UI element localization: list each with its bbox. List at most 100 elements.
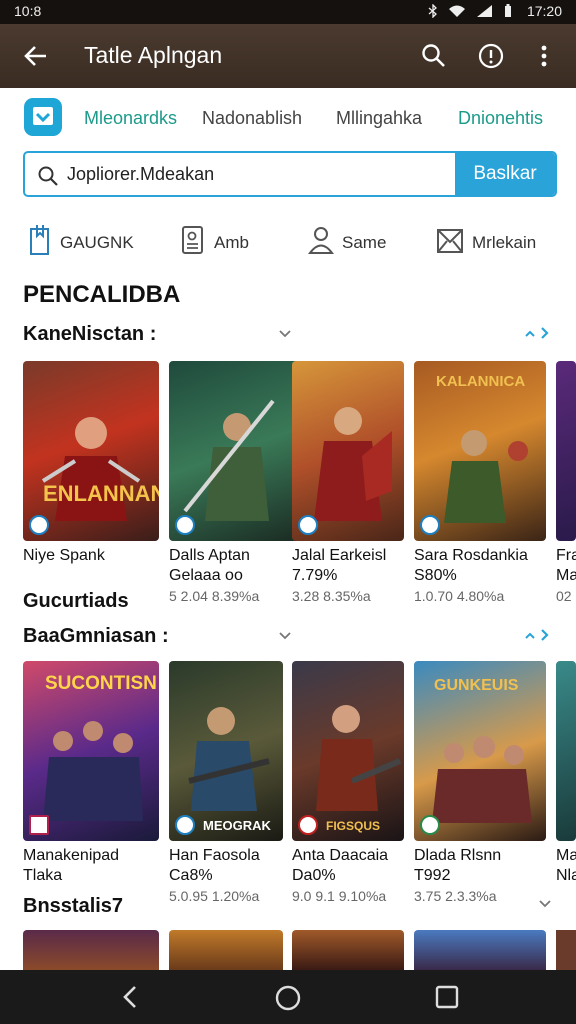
game-name: Sara Rosdankia <box>414 547 528 564</box>
game-cover: GUNKEUIS <box>414 661 546 841</box>
game-card[interactable]: SUCONTISN Manakenipad Tlaka <box>23 661 159 886</box>
see-more-arrow-icon[interactable] <box>524 326 552 345</box>
category-item[interactable]: Mrlekain <box>436 224 536 261</box>
tab-4[interactable]: Dnionehtis <box>458 108 543 129</box>
app-bar: Tatle Aplngan <box>0 24 576 88</box>
game-stats: 3.28 8.35%a <box>292 588 371 604</box>
game-name: Niye Spank <box>23 547 105 564</box>
chevron-down-icon[interactable] <box>278 327 292 345</box>
game-subtitle: Gelaaa oo <box>169 567 243 584</box>
game-cover[interactable] <box>169 930 283 970</box>
game-cover[interactable] <box>414 930 546 970</box>
signal-icon <box>476 4 494 21</box>
bookmark-icon <box>28 224 52 261</box>
game-name: Dlada Rlsnn <box>414 847 502 864</box>
search-button[interactable]: Baslkar <box>455 153 555 195</box>
category-label: Amb <box>214 232 249 252</box>
nav-home-icon[interactable] <box>274 984 302 1017</box>
search-field-icon <box>37 165 59 192</box>
more-vert-icon[interactable] <box>532 43 556 74</box>
game-subtitle: Nla <box>556 867 576 884</box>
chevron-down-icon[interactable] <box>278 629 292 647</box>
category-item[interactable]: GAUGNK <box>28 224 134 261</box>
game-name: Jalal Earkeisl <box>292 547 387 564</box>
game-card[interactable]: Dalls Aptan Gelaaa oo 5 2.04 8.39%a <box>169 361 305 606</box>
game-subtitle: Tlaka <box>23 867 63 884</box>
game-subtitle: Ca8% <box>169 867 213 884</box>
publisher-badge <box>175 815 195 835</box>
game-cover: FIGSQUS <box>292 661 404 841</box>
status-clock: 17:20 <box>526 3 562 19</box>
tab-3[interactable]: Mllingahka <box>336 108 422 129</box>
nav-recents-icon[interactable] <box>434 984 460 1015</box>
game-cover <box>556 661 576 841</box>
section-subheading: Gucurtiads <box>23 590 129 612</box>
info-icon[interactable] <box>478 43 504 74</box>
game-subtitle: Da0% <box>292 867 336 884</box>
game-cover[interactable] <box>23 930 159 970</box>
game-name: Dalls Aptan <box>169 547 250 564</box>
cover-title: GUNKEUIS <box>434 677 519 694</box>
game-cover: MEOGRAK <box>169 661 283 841</box>
top-tabs: Mleonardks Nadonablish Mllingahka Dnione… <box>0 96 576 140</box>
game-card[interactable]: MEOGRAK Han Faosola Ca8% 5.0.95 1.20%a <box>169 661 283 906</box>
wifi-icon <box>448 4 466 21</box>
publisher-badge <box>29 815 49 835</box>
publisher-badge <box>298 815 318 835</box>
game-card[interactable]: ENLANNAN Niye Spank <box>23 361 159 566</box>
game-subtitle: T992 <box>414 867 451 884</box>
category-label: Mrlekain <box>472 232 537 252</box>
person-icon <box>308 224 334 261</box>
category-item[interactable]: Amb <box>180 224 249 261</box>
category-row: GAUGNK Amb Same Mrlekain <box>0 224 576 264</box>
tab-1[interactable]: Mleonardks <box>84 108 177 129</box>
chevron-down-icon[interactable] <box>538 897 552 915</box>
cover-title: MEOGRAK <box>203 818 271 833</box>
game-cover <box>556 361 576 541</box>
nav-back-icon[interactable] <box>118 984 144 1015</box>
game-card[interactable]: Ma Nla <box>556 661 576 886</box>
document-icon <box>180 224 206 261</box>
game-cover: SUCONTISN <box>23 661 159 841</box>
cover-title: FIGSQUS <box>326 819 381 833</box>
search-input[interactable] <box>65 163 449 186</box>
search-bar: Baslkar <box>23 151 557 197</box>
section-title: Bnsstalis7 <box>23 895 124 917</box>
game-stats: 9.0 9.1 9.10%a <box>292 888 387 904</box>
envelope-icon <box>436 224 464 261</box>
game-cover: ENLANNAN <box>23 361 159 541</box>
status-time: 10:8 <box>14 3 42 19</box>
cover-title: KALANNICA <box>436 373 526 390</box>
page-heading: PENCALIDBA <box>23 281 181 308</box>
see-more-arrow-icon[interactable] <box>524 628 552 647</box>
category-label: GAUGNK <box>60 232 134 252</box>
game-card[interactable]: KALANNICA Sara Rosdankia S80% 1.0.70 4.8… <box>414 361 546 606</box>
game-stats: 02 <box>556 588 572 604</box>
status-icons <box>428 3 512 21</box>
tab-2[interactable]: Nadonablish <box>202 108 302 129</box>
back-arrow-icon[interactable] <box>22 42 50 75</box>
game-cover[interactable] <box>292 930 404 970</box>
game-cover <box>169 361 305 541</box>
cover-title: SUCONTISN <box>45 673 157 694</box>
app-title: Tatle Aplngan <box>84 42 223 68</box>
game-name: Fra <box>556 547 576 564</box>
game-card[interactable]: GUNKEUIS Dlada Rlsnn T992 3.75 2.3.3%a <box>414 661 546 906</box>
store-logo-icon[interactable] <box>24 98 62 136</box>
game-stats: 5.0.95 1.20%a <box>169 888 260 904</box>
battery-icon <box>504 4 512 21</box>
category-item[interactable]: Same <box>308 224 386 261</box>
game-name: Manakenipad <box>23 847 120 864</box>
game-card[interactable]: Fra Ma 02 <box>556 361 576 606</box>
game-name: Han Faosola <box>169 847 260 864</box>
game-subtitle: 7.79% <box>292 567 338 584</box>
game-stats: 5 2.04 8.39%a <box>169 588 260 604</box>
publisher-badge <box>29 515 49 535</box>
game-card[interactable]: Jalal Earkeisl 7.79% 3.28 8.35%a <box>292 361 404 606</box>
game-cover[interactable] <box>556 930 576 970</box>
game-name: Ma <box>556 847 576 864</box>
search-icon[interactable] <box>421 43 447 74</box>
game-card[interactable]: FIGSQUS Anta Daacaia Da0% 9.0 9.1 9.10%a <box>292 661 404 906</box>
section-title: BaaGmniasan : <box>23 625 169 647</box>
section-title: KaneNisctan : <box>23 323 157 345</box>
